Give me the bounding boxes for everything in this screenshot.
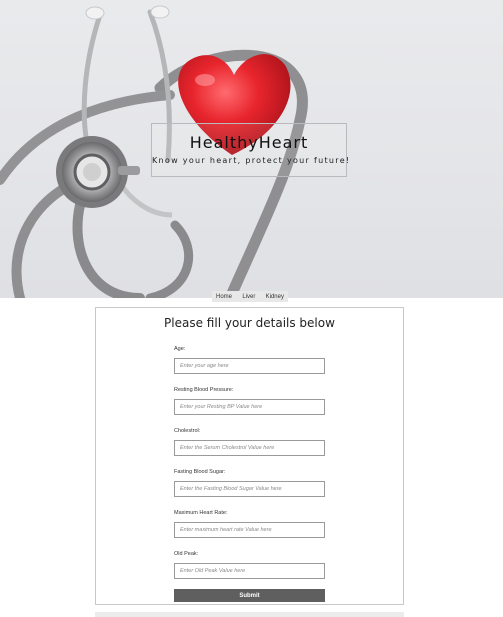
hero-title-box: HealthyHeart Know your heart, protect yo… [151,123,351,177]
resting-bp-label: Resting Blood Pressure: [174,387,234,393]
submit-button[interactable]: Submit [174,589,325,602]
resting-bp-input[interactable]: Enter your Resting BP Value here [174,399,325,415]
old-peak-field-group: Old Peak: Enter Old Peak Value here [174,551,325,579]
cholesterol-input[interactable]: Enter the Serum Cholestrol Value here [174,440,325,456]
age-field-group: Age: Enter your age here [174,346,325,374]
old-peak-input[interactable]: Enter Old Peak Value here [174,563,325,579]
cholesterol-label: Cholestrol: [174,428,201,434]
fasting-sugar-field-group: Fasting Blood Sugar: Enter the Fasting B… [174,469,325,497]
form-heading: Please fill your details below [164,316,335,330]
tagline: Know your heart, protect your future! [152,156,351,165]
hero-banner: HealthyHeart Know your heart, protect yo… [0,0,503,298]
nav-kidney[interactable]: Kidney [266,294,284,300]
age-input[interactable]: Enter your age here [174,358,325,374]
top-nav: Home Liver Kidney [212,291,288,302]
brand-title: HealthyHeart [189,133,309,152]
max-heart-rate-field-group: Maximum Heart Rate: Enter maximum heart … [174,510,325,538]
age-label: Age: [174,346,186,352]
details-form-card: Please fill your details below Age: Ente… [95,307,404,605]
old-peak-label: Old Peak: [174,551,199,557]
resting-bp-field-group: Resting Blood Pressure: Enter your Resti… [174,387,325,415]
footer-strip [95,612,404,617]
max-heart-rate-input[interactable]: Enter maximum heart rate Value here [174,522,325,538]
fasting-sugar-label: Fasting Blood Sugar: [174,469,226,475]
nav-home[interactable]: Home [216,294,232,300]
nav-liver[interactable]: Liver [242,294,255,300]
cholesterol-field-group: Cholestrol: Enter the Serum Cholestrol V… [174,428,325,456]
max-heart-rate-label: Maximum Heart Rate: [174,510,228,516]
fasting-sugar-input[interactable]: Enter the Fasting Blood Sugar Value here [174,481,325,497]
